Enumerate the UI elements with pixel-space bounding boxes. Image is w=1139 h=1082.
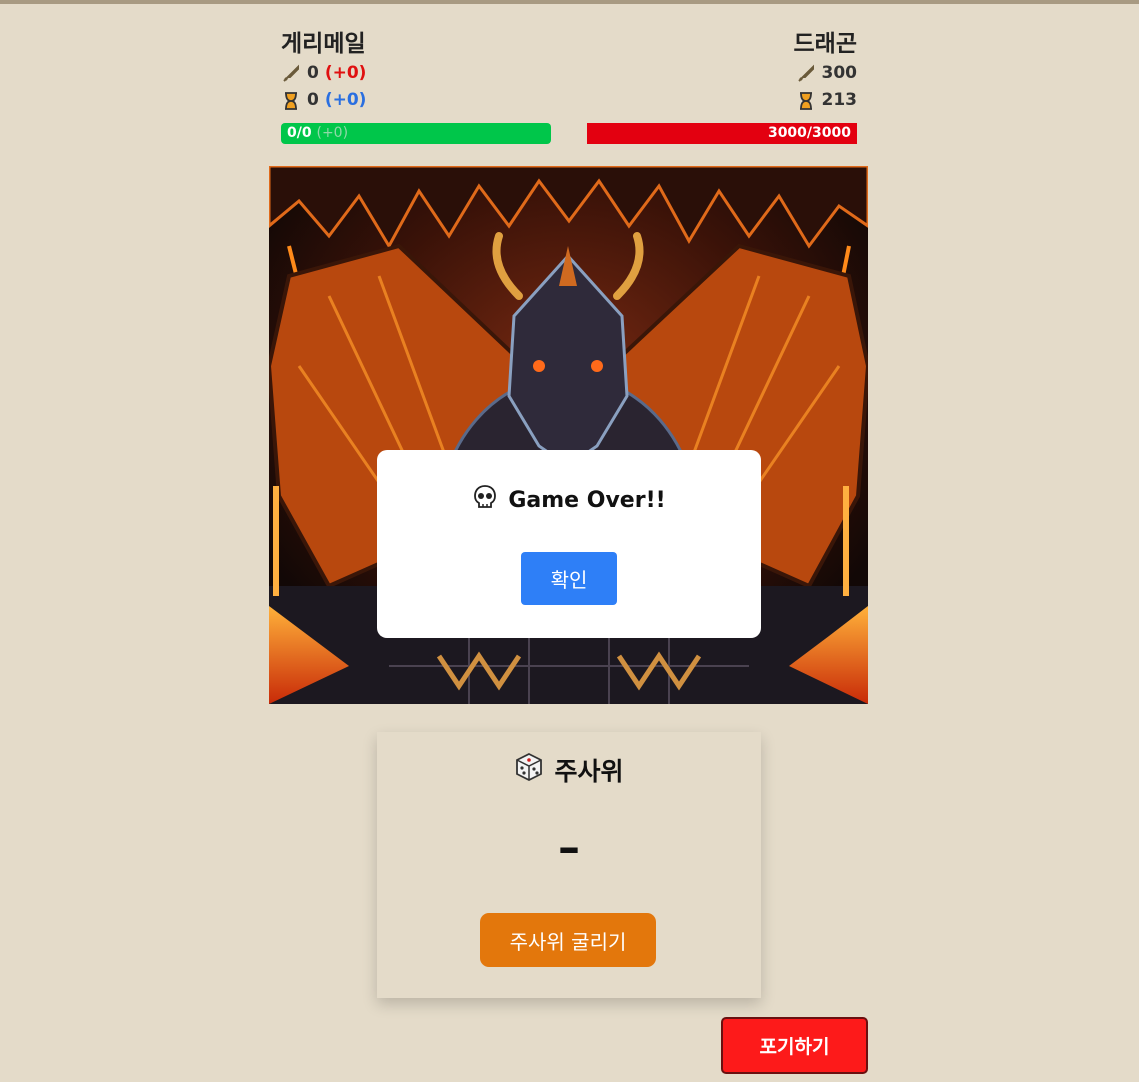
player-time-bonus: (+0) xyxy=(324,90,367,110)
stats-header: 게리메일 0 (+0) 0 (+0) 0/0 (+0) 드래곤 300 213 … xyxy=(281,28,857,152)
player-attack: 0 (+0) xyxy=(281,60,551,87)
hourglass-icon xyxy=(281,91,301,111)
enemy-attack-value: 300 xyxy=(821,63,858,83)
enemy-name: 드래곤 xyxy=(793,31,857,57)
dice-value: – xyxy=(558,822,580,873)
enemy-hp-bar: 3000/3000 xyxy=(587,123,857,144)
dice-title-text: 주사위 xyxy=(554,757,624,786)
confirm-button[interactable]: 확인 xyxy=(521,552,617,605)
player-attack-value: 0 xyxy=(307,63,319,83)
enemy-hp-text: 3000/3000 xyxy=(767,125,851,141)
modal-title-text: Game Over!! xyxy=(508,487,666,513)
player-hp-bar: 0/0 (+0) xyxy=(281,123,551,144)
enemy-panel: 드래곤 300 213 3000/3000 xyxy=(587,28,857,144)
give-up-button[interactable]: 포기하기 xyxy=(721,1017,868,1074)
sword-icon xyxy=(796,64,816,84)
enemy-time: 213 xyxy=(587,87,857,114)
player-attack-bonus: (+0) xyxy=(324,63,367,83)
dice-title: 주사위 xyxy=(377,752,761,788)
player-time-value: 0 xyxy=(307,90,319,110)
enemy-attack: 300 xyxy=(587,60,857,87)
sword-icon xyxy=(281,64,301,84)
player-hp-text: 0/0 xyxy=(287,125,312,141)
dice-panel: 주사위 – 주사위 굴리기 xyxy=(377,732,761,998)
roll-dice-button[interactable]: 주사위 굴리기 xyxy=(480,913,656,967)
player-hp-bonus: (+0) xyxy=(316,125,349,141)
player-panel: 게리메일 0 (+0) 0 (+0) 0/0 (+0) xyxy=(281,28,551,144)
modal-title: Game Over!! xyxy=(377,484,761,516)
game-over-modal: Game Over!! 확인 xyxy=(377,450,761,638)
player-name: 게리메일 xyxy=(281,31,366,57)
skull-icon xyxy=(472,484,498,516)
player-time: 0 (+0) xyxy=(281,87,551,114)
hourglass-icon xyxy=(796,91,816,111)
dice-icon xyxy=(514,752,544,788)
enemy-time-value: 213 xyxy=(821,90,858,110)
